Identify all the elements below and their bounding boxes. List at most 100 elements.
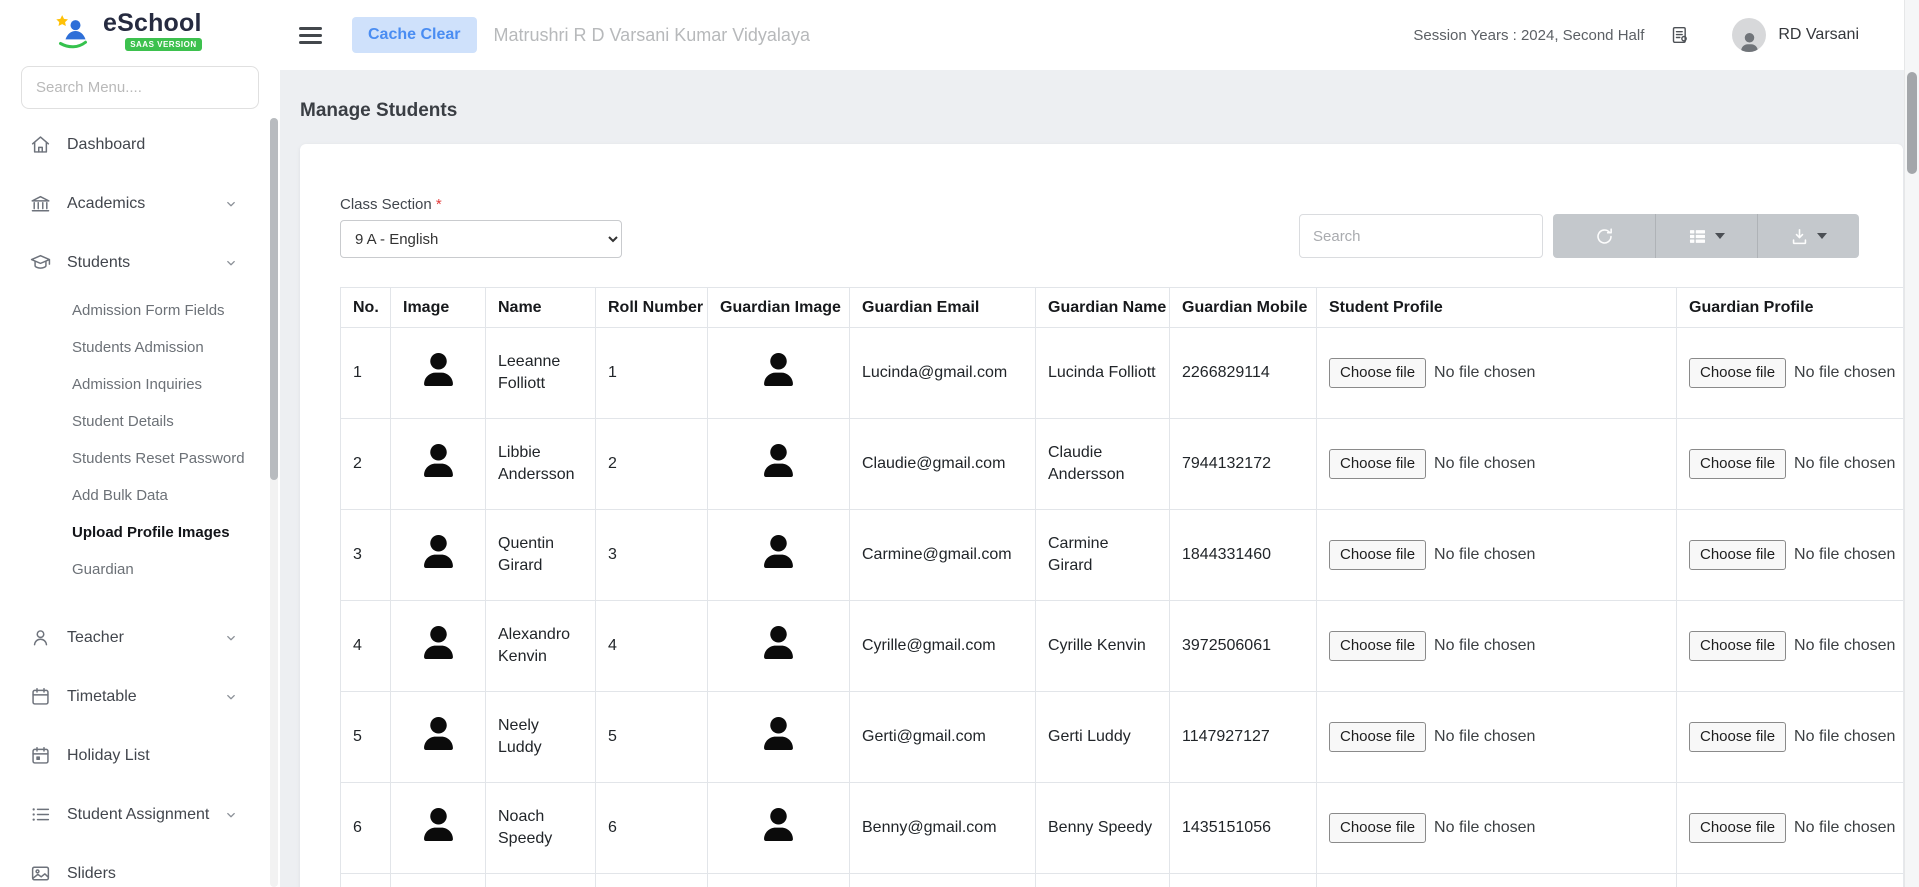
choose-file-button[interactable]: Choose file [1329,540,1426,570]
cell-name: Alexandro Kenvin [486,601,596,692]
student-profile-file-input[interactable]: Choose fileNo file chosen [1329,358,1664,388]
sidebar-item-label: Teacher [67,629,124,647]
submenu-item-add-bulk-data[interactable]: Add Bulk Data [0,477,280,514]
choose-file-button[interactable]: Choose file [1329,722,1426,752]
guardian-image [764,808,793,841]
cell-guardian-mobile: 1844331460 [1170,510,1317,601]
sidebar-item-teacher[interactable]: Teacher [0,608,280,667]
file-status-text: No file chosen [1434,726,1535,748]
cell-guardian-image [708,419,850,510]
sidebar-scrollbar-thumb[interactable] [270,118,278,480]
topbar: Cache Clear Matrushri R D Varsani Kumar … [280,0,1919,70]
table-action-buttons [1553,214,1859,258]
page-scrollbar[interactable] [1904,0,1919,887]
cache-clear-button[interactable]: Cache Clear [352,17,477,53]
license-icon[interactable] [1670,25,1690,45]
student-image [424,444,453,477]
school-name: Matrushri R D Varsani Kumar Vidyalaya [494,25,810,46]
choose-file-button[interactable]: Choose file [1329,631,1426,661]
file-status-text: No file chosen [1794,544,1895,566]
choose-file-button[interactable]: Choose file [1689,722,1786,752]
cell-guardian-email: Claudie@gmail.com [850,419,1036,510]
choose-file-button[interactable]: Choose file [1329,813,1426,843]
cell-guardian-profile: Choose file No file chosen [1677,692,1904,783]
cell-guardian-email: Lucinda@gmail.com [850,328,1036,419]
choose-file-button[interactable]: Choose file [1689,449,1786,479]
table-row: 4Alexandro Kenvin4Cyrille@gmail.comCyril… [341,601,1904,692]
cell-guardian-profile: Choose file No file chosen [1677,510,1904,601]
sidebar-item-holiday-list[interactable]: Holiday List [0,726,280,785]
user-avatar[interactable] [1732,18,1766,52]
sidebar-item-academics[interactable]: Academics [0,174,280,233]
guardian-profile-file-input[interactable]: Choose file No file chosen [1689,722,1903,752]
submenu-item-upload-profile-images[interactable]: Upload Profile Images [0,514,280,551]
file-status-text: No file chosen [1434,817,1535,839]
table-row: 6Noach Speedy6Benny@gmail.comBenny Speed… [341,783,1904,874]
column-header-name: Name [486,288,596,328]
guardian-profile-file-input[interactable]: Choose fileNo file chosen [1689,631,1903,661]
cell-guardian-image [708,601,850,692]
manage-students-card: Class Section * 9 A - English No.ImageNa… [300,144,1903,887]
cell-image [391,692,486,783]
hamburger-menu-icon[interactable] [299,27,322,44]
column-header-roll-number: Roll Number [596,288,708,328]
class-section-select[interactable]: 9 A - English [340,220,622,258]
table-search-input[interactable] [1299,214,1543,258]
sidebar-item-student-assignment[interactable]: Student Assignment [0,785,280,844]
choose-file-button[interactable]: Choose file [1329,358,1426,388]
eschool-logo-icon [52,11,94,51]
file-status-text: No file chosen [1794,726,1895,748]
cell-no: 1 [341,328,391,419]
choose-file-button[interactable]: Choose file [1689,813,1786,843]
submenu-item-students-admission[interactable]: Students Admission [0,329,280,366]
table-row [341,874,1904,887]
refresh-button[interactable] [1553,214,1655,258]
cell-no: 6 [341,783,391,874]
submenu-item-guardian[interactable]: Guardian [0,551,280,588]
submenu-item-admission-inquiries[interactable]: Admission Inquiries [0,366,280,403]
student-profile-file-input[interactable]: Choose file No file chosen [1329,722,1664,752]
cell-name: Quentin Girard [486,510,596,601]
cell-roll-number: 6 [596,783,708,874]
sidebar-item-sliders[interactable]: Sliders [0,844,280,887]
student-profile-file-input[interactable]: Choose fileNo file chosen [1329,540,1664,570]
cell-student-profile: Choose file No file chosen [1317,783,1677,874]
submenu-item-student-details[interactable]: Student Details [0,403,280,440]
sidebar-item-students[interactable]: Students [0,233,280,292]
refresh-icon [1595,227,1614,246]
student-profile-file-input[interactable]: Choose fileNo file chosen [1329,631,1664,661]
guardian-profile-file-input[interactable]: Choose file No file chosen [1689,540,1903,570]
saas-version-badge: SAAS VERSION [125,38,201,51]
user-name[interactable]: RD Varsani [1778,26,1859,44]
cell-guardian-email: Benny@gmail.com [850,783,1036,874]
choose-file-button[interactable]: Choose file [1689,358,1786,388]
brand[interactable]: eSchool SAAS VERSION [0,0,280,62]
student-profile-file-input[interactable]: Choose file No file chosen [1329,813,1664,843]
cell-roll-number: 4 [596,601,708,692]
sidebar-item-label: Students [67,254,130,272]
guardian-profile-file-input[interactable]: Choose fileNo file chosen [1689,813,1903,843]
columns-icon [1688,227,1707,246]
sidebar-scrollbar[interactable] [270,118,278,887]
submenu-item-students-reset-password[interactable]: Students Reset Password [0,440,280,477]
timetable-icon [30,686,51,707]
cell-image [391,783,486,874]
menu-search-input[interactable] [21,66,259,109]
sidebar-item-label: Student Assignment [67,806,209,824]
choose-file-button[interactable]: Choose file [1329,449,1426,479]
guardian-profile-file-input[interactable]: Choose fileNo file chosen [1689,358,1903,388]
submenu-item-admission-form-fields[interactable]: Admission Form Fields [0,292,280,329]
choose-file-button[interactable]: Choose file [1689,631,1786,661]
columns-button[interactable] [1655,214,1757,258]
student-profile-file-input[interactable]: Choose fileNo file chosen [1329,449,1664,479]
choose-file-button[interactable]: Choose file [1689,540,1786,570]
sidebar-item-dashboard[interactable]: Dashboard [0,115,280,174]
page-scrollbar-thumb[interactable] [1907,72,1917,174]
sidebar-item-timetable[interactable]: Timetable [0,667,280,726]
student-image [424,535,453,568]
guardian-image [764,353,793,386]
chevron-down-icon [224,256,238,270]
guardian-profile-file-input[interactable]: Choose fileNo file chosen [1689,449,1903,479]
brand-name: eSchool [103,11,202,36]
export-button[interactable] [1757,214,1859,258]
